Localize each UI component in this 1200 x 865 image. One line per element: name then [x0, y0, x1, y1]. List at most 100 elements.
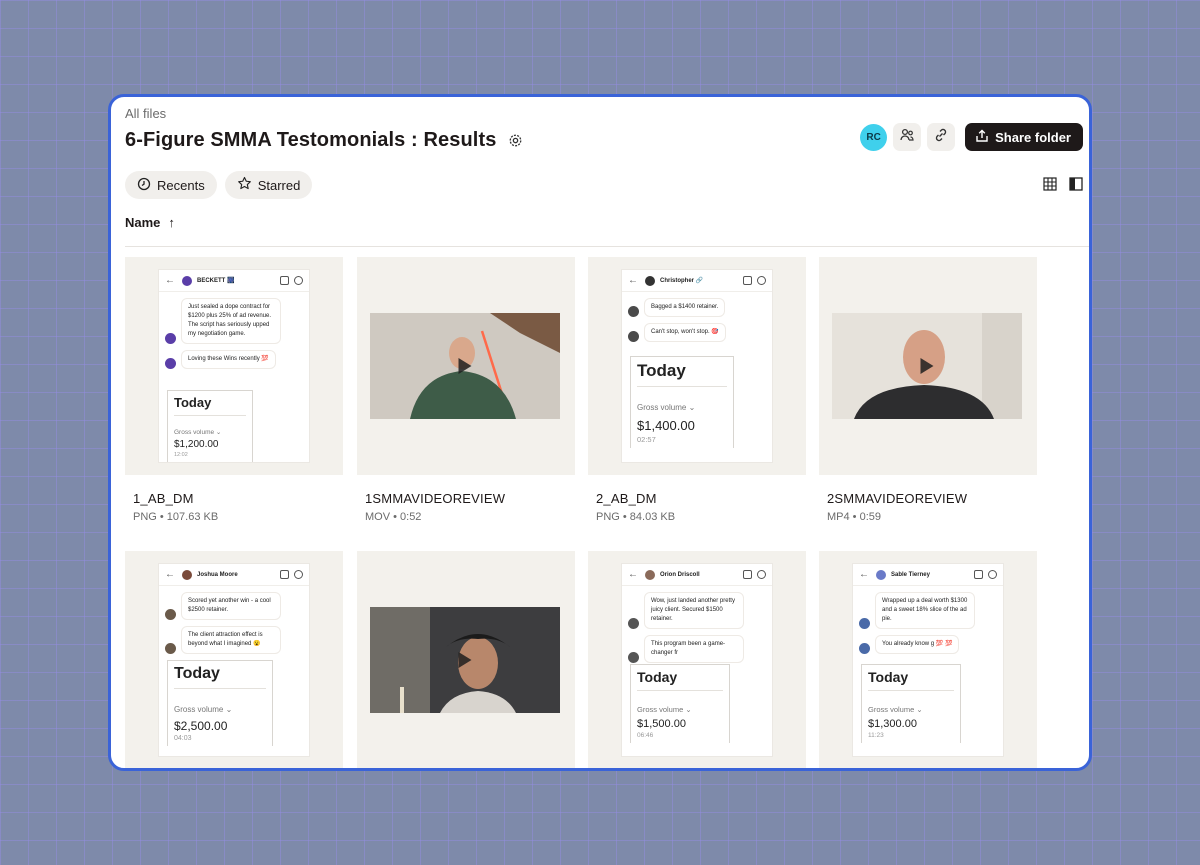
file-thumbnail[interactable]: ← Christopher 🔗 Bagged a $1400 retainer.… [588, 257, 806, 475]
sender-avatar [628, 652, 639, 663]
contact-name: Christopher 🔗 [660, 278, 704, 284]
contact-name: BECKETT 🎆 [197, 278, 235, 284]
manage-access-button[interactable] [893, 123, 922, 151]
filter-pills: Recents Starred [125, 171, 313, 199]
info-icon [988, 570, 997, 579]
file-card[interactable] [357, 551, 575, 768]
file-thumbnail[interactable]: ← Orion Driscoll Wow, just landed anothe… [588, 551, 806, 768]
info-icon [294, 570, 303, 579]
sort-header: Name ↑ [125, 215, 1089, 247]
file-card[interactable]: ← Sable Tierney Wrapped up a deal worth … [819, 551, 1037, 768]
chat-message: This program been a game-changer fr [644, 635, 744, 663]
payment-time: 06:46 [637, 732, 654, 739]
file-thumbnail[interactable] [357, 257, 575, 475]
link-icon [933, 127, 949, 148]
chat-screenshot: ← BECKETT 🎆 Just sealed a dope contract … [158, 269, 310, 463]
file-card[interactable]: ← BECKETT 🎆 Just sealed a dope contract … [125, 257, 343, 523]
payment-time: 12:02 [174, 452, 188, 458]
file-meta: MOV • 0:52 [365, 511, 422, 523]
folder-settings-gear-icon[interactable] [508, 133, 524, 149]
contact-avatar [182, 569, 192, 580]
payment-card: Today Gross volume ⌄ $2,500.00 04:03 [167, 660, 273, 746]
play-icon [458, 652, 472, 668]
today-title: Today [174, 665, 266, 689]
user-avatar[interactable]: RC [860, 123, 888, 151]
file-meta: PNG • 84.03 KB [596, 511, 676, 523]
back-arrow-icon: ← [628, 275, 638, 286]
file-name[interactable]: 2_AB_DM [596, 491, 806, 506]
video-call-icon [743, 276, 752, 285]
file-card[interactable]: 2SMMAVIDEOREVIEW MP4 • 0:59 [819, 257, 1037, 523]
back-arrow-icon: ← [859, 569, 869, 580]
file-card[interactable]: 1SMMAVIDEOREVIEW MOV • 0:52 [357, 257, 575, 523]
file-meta: PNG • 107.63 KB [133, 511, 219, 523]
chat-message: Can't stop, won't stop. 🎯 [644, 323, 726, 342]
sender-avatar [165, 609, 176, 620]
people-icon [899, 127, 915, 148]
file-thumbnail[interactable] [357, 551, 575, 768]
video-call-icon [280, 570, 289, 579]
file-meta: MP4 • 0:59 [827, 511, 881, 523]
play-icon [920, 358, 934, 374]
chat-message: Wrapped up a deal worth $1300 and a swee… [875, 592, 975, 629]
chat-screenshot: ← Sable Tierney Wrapped up a deal worth … [852, 563, 1004, 757]
payment-card: Today Gross volume ⌄ $1,500.00 06:46 [630, 664, 730, 743]
chat-message: The client attraction effect is beyond w… [181, 626, 281, 654]
grid-view-icon[interactable] [1043, 177, 1057, 196]
file-name[interactable]: 1_AB_DM [133, 491, 343, 506]
chat-message: Bagged a $1400 retainer. [644, 298, 726, 317]
file-name[interactable]: 1SMMAVIDEOREVIEW [365, 491, 575, 506]
file-browser-window: All files 6-Figure SMMA Testomonials : R… [108, 94, 1092, 771]
gross-volume-label: Gross volume ⌄ [174, 705, 233, 714]
today-title: Today [174, 395, 246, 416]
today-title: Today [637, 361, 727, 387]
share-upload-icon [975, 129, 989, 146]
play-icon [458, 358, 472, 374]
file-thumbnail[interactable]: ← BECKETT 🎆 Just sealed a dope contract … [125, 257, 343, 475]
today-title: Today [868, 669, 954, 691]
chat-message: Scored yet another win - a cool $2500 re… [181, 592, 281, 620]
gross-amount: $1,500.00 [637, 718, 686, 730]
file-thumbnail[interactable] [819, 257, 1037, 475]
title-row: 6-Figure SMMA Testomonials : Results [125, 129, 524, 152]
video-call-icon [280, 276, 289, 285]
sender-avatar [859, 643, 870, 654]
chat-message: Wow, just landed another pretty juicy cl… [644, 592, 744, 629]
file-card[interactable]: ← Joshua Moore Scored yet another win - … [125, 551, 343, 768]
gross-volume-label: Gross volume ⌄ [868, 705, 923, 714]
today-title: Today [637, 669, 723, 691]
starred-filter-button[interactable]: Starred [224, 171, 313, 199]
details-panel-icon[interactable] [1069, 177, 1083, 196]
contact-name: Sable Tierney [891, 571, 930, 578]
gross-volume-label: Gross volume ⌄ [637, 403, 696, 412]
contact-name: Orion Driscoll [660, 571, 700, 578]
chat-screenshot: ← Christopher 🔗 Bagged a $1400 retainer.… [621, 269, 773, 463]
file-thumbnail[interactable]: ← Joshua Moore Scored yet another win - … [125, 551, 343, 768]
name-column-header[interactable]: Name [125, 215, 160, 230]
payment-card: Today Gross volume ⌄ $1,400.00 02:57 [630, 356, 734, 448]
share-folder-label: Share folder [995, 129, 1071, 145]
chat-message: You already know g 💯 💯 [875, 635, 960, 654]
chat-screenshot: ← Orion Driscoll Wow, just landed anothe… [621, 563, 773, 757]
starred-label: Starred [257, 177, 301, 193]
page-title: 6-Figure SMMA Testomonials : Results [125, 129, 497, 151]
file-thumbnail[interactable]: ← Sable Tierney Wrapped up a deal worth … [819, 551, 1037, 768]
breadcrumb[interactable]: All files [125, 106, 166, 121]
gross-volume-label: Gross volume ⌄ [174, 429, 222, 436]
back-arrow-icon: ← [165, 569, 175, 580]
recents-filter-button[interactable]: Recents [125, 171, 217, 199]
chat-message: Loving these Wins recently 💯 [181, 350, 276, 369]
file-card[interactable]: ← Orion Driscoll Wow, just landed anothe… [588, 551, 806, 768]
file-name[interactable]: 2SMMAVIDEOREVIEW [827, 491, 1037, 506]
share-folder-button[interactable]: Share folder [965, 123, 1083, 151]
copy-link-button[interactable] [927, 123, 956, 151]
payment-time: 02:57 [637, 435, 656, 444]
sort-ascending-arrow-icon[interactable]: ↑ [168, 215, 175, 230]
file-card[interactable]: ← Christopher 🔗 Bagged a $1400 retainer.… [588, 257, 806, 523]
sender-avatar [165, 643, 176, 654]
gross-amount: $1,400.00 [637, 418, 695, 433]
sender-avatar [859, 618, 870, 629]
video-frame [832, 313, 1022, 419]
back-arrow-icon: ← [628, 569, 638, 580]
info-icon [757, 570, 766, 579]
